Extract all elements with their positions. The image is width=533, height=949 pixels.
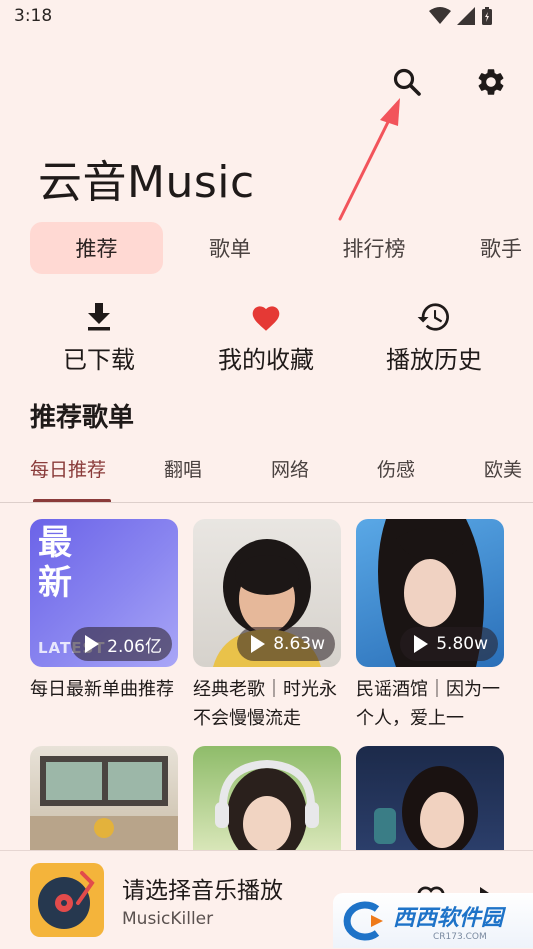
- playlist-card[interactable]: 5.80w 民谣酒馆｜因为一个人，爱上一: [356, 519, 504, 733]
- downloaded-label: 已下载: [63, 346, 135, 374]
- playlist-card[interactable]: 最新 LATEST 2.06亿 每日最新单曲推荐: [30, 519, 178, 704]
- play-count-text: 8.63w: [273, 634, 325, 654]
- subtab-network[interactable]: 网络: [271, 455, 309, 482]
- playlist-title: 经典老歌｜时光永不会慢慢流走: [193, 679, 337, 729]
- playlist-cover: 5.80w: [356, 519, 504, 667]
- watermark-subtext: CR173.COM: [433, 931, 487, 942]
- heart-icon: [250, 300, 282, 334]
- player-artist: MusicKiller: [122, 909, 214, 929]
- search-button[interactable]: [387, 62, 427, 102]
- watermark-logo-icon: [343, 901, 383, 940]
- play-icon: [414, 635, 429, 653]
- search-icon: [393, 68, 421, 96]
- play-count[interactable]: 5.80w: [400, 627, 498, 661]
- player-cover: [30, 863, 104, 937]
- portrait-image: [215, 759, 319, 850]
- tab-charts[interactable]: 排行榜: [320, 222, 428, 274]
- portrait-image: [374, 766, 478, 850]
- playlist-cover[interactable]: [193, 746, 341, 850]
- subtab-western[interactable]: 欧美: [484, 455, 522, 482]
- play-icon: [251, 635, 266, 653]
- illustration-image: [30, 756, 178, 850]
- cover-text: 最新: [38, 523, 72, 603]
- playlist-cover[interactable]: [30, 746, 178, 850]
- player-title: 请选择音乐播放: [122, 878, 283, 904]
- play-count[interactable]: 8.63w: [237, 627, 335, 661]
- divider: [0, 502, 533, 503]
- vinyl-icon: [38, 871, 95, 929]
- status-time: 3:18: [14, 6, 53, 26]
- watermark: 西西软件园 CR173.COM: [333, 893, 533, 948]
- subtab-cover[interactable]: 翻唱: [164, 455, 202, 482]
- tab-playlists[interactable]: 歌单: [185, 222, 275, 274]
- annotation-arrow: [338, 98, 400, 221]
- playlist-title: 每日最新单曲推荐: [30, 679, 174, 700]
- status-icons: [429, 6, 493, 26]
- section-title: 推荐歌单: [30, 403, 135, 433]
- play-count-text: 2.06亿: [107, 636, 162, 657]
- playlist-cover: 最新 LATEST 2.06亿: [30, 519, 178, 667]
- wifi-icon: [429, 7, 451, 24]
- downloaded-button[interactable]: 已下载: [24, 300, 174, 375]
- playlist-cover: 8.63w: [193, 519, 341, 667]
- tab-recommend[interactable]: 推荐: [30, 222, 163, 274]
- history-label: 播放历史: [386, 346, 482, 374]
- history-icon: [417, 300, 451, 334]
- subtab-sad[interactable]: 伤感: [377, 455, 415, 482]
- signal-icon: [457, 7, 475, 25]
- history-button[interactable]: 播放历史: [359, 300, 509, 375]
- playlist-cover[interactable]: [356, 746, 504, 850]
- favorites-button[interactable]: 我的收藏: [191, 300, 341, 375]
- tab-singers[interactable]: 歌手: [480, 222, 533, 274]
- play-count[interactable]: 2.06亿: [71, 627, 172, 661]
- settings-button[interactable]: [471, 62, 511, 102]
- playlist-card[interactable]: 8.63w 经典老歌｜时光永不会慢慢流走: [193, 519, 341, 733]
- download-icon: [86, 300, 112, 334]
- playlist-title: 民谣酒馆｜因为一个人，爱上一: [356, 679, 500, 729]
- watermark-text: 西西软件园: [393, 905, 504, 931]
- gear-icon: [478, 69, 504, 95]
- battery-icon: [482, 7, 492, 25]
- favorites-label: 我的收藏: [218, 346, 314, 374]
- app-title: 云音Music: [38, 157, 255, 208]
- play-icon: [85, 635, 100, 653]
- play-count-text: 5.80w: [436, 634, 488, 654]
- subtab-daily[interactable]: 每日推荐: [30, 455, 106, 482]
